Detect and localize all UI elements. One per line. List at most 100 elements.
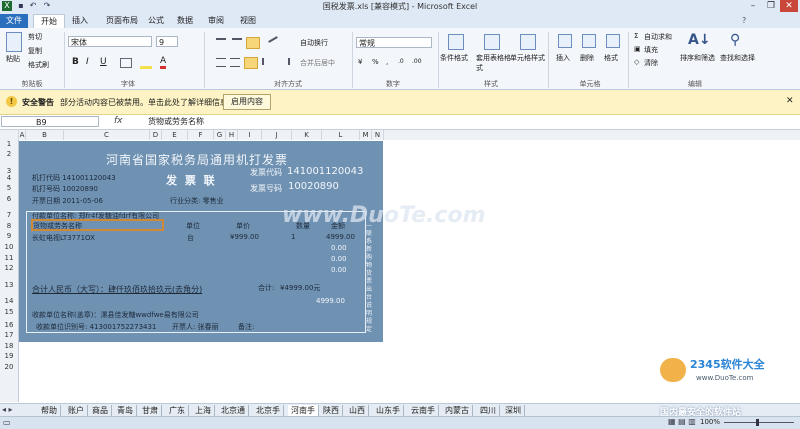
align-middle-icon[interactable] bbox=[232, 38, 242, 48]
clear-button[interactable]: 清除 bbox=[644, 58, 658, 68]
tab-home[interactable]: 开始 bbox=[33, 14, 65, 29]
currency-icon[interactable]: ¥ bbox=[358, 58, 362, 66]
delete-cells-icon[interactable] bbox=[582, 34, 596, 48]
clear-icon[interactable]: ◇ bbox=[634, 58, 639, 66]
underline-button[interactable]: U bbox=[100, 57, 107, 67]
format-as-table-button[interactable]: 套用表格格式 bbox=[476, 53, 512, 73]
row-header[interactable]: 17 bbox=[0, 331, 18, 339]
restore-icon[interactable]: ❐ bbox=[762, 0, 780, 12]
fx-icon[interactable]: fx bbox=[114, 116, 123, 126]
select-all-corner[interactable] bbox=[0, 130, 19, 140]
font-name-select[interactable]: 宋体 bbox=[68, 36, 152, 47]
fill-button[interactable]: 填充 bbox=[644, 45, 658, 55]
sort-filter-icon[interactable]: A↓ bbox=[688, 32, 711, 48]
sheet-nav-icon[interactable]: ◂ ▸ bbox=[2, 405, 13, 414]
formula-input[interactable]: 货物或劳务名称 bbox=[148, 116, 204, 127]
sheet-tab[interactable]: 内蒙古 bbox=[442, 405, 473, 416]
sheet-tab[interactable]: 北京通 bbox=[218, 405, 249, 416]
row-header[interactable]: 14 bbox=[0, 297, 18, 305]
security-message[interactable]: 部分活动内容已被禁用。单击此处了解详细信息。 bbox=[60, 97, 236, 108]
row-header[interactable]: 5 bbox=[0, 184, 18, 192]
increase-indent-icon[interactable] bbox=[278, 58, 290, 65]
tab-insert[interactable]: 插入 bbox=[66, 14, 94, 28]
find-select-button[interactable]: 查找和选择 bbox=[720, 53, 755, 63]
tab-file[interactable]: 文件 bbox=[0, 14, 28, 28]
format-cells-icon[interactable] bbox=[606, 34, 620, 48]
column-header[interactable]: F bbox=[188, 130, 214, 140]
align-bottom-icon[interactable] bbox=[246, 37, 260, 49]
column-header[interactable]: L bbox=[322, 130, 360, 140]
align-top-icon[interactable] bbox=[216, 38, 226, 48]
number-format-select[interactable]: 常规 bbox=[356, 37, 432, 48]
cut-button[interactable]: 剪切 bbox=[28, 32, 42, 42]
italic-button[interactable]: I bbox=[86, 57, 89, 67]
find-select-icon[interactable]: ⚲ bbox=[730, 32, 740, 48]
sort-filter-button[interactable]: 排序和筛选 bbox=[680, 53, 715, 63]
tab-formulas[interactable]: 公式 bbox=[145, 14, 167, 28]
column-header[interactable]: H bbox=[226, 130, 238, 140]
decrease-decimal-icon[interactable]: .00 bbox=[412, 58, 422, 65]
zoom-level[interactable]: 100% bbox=[700, 418, 720, 426]
align-left-icon[interactable] bbox=[216, 58, 226, 67]
row-header[interactable]: 1 bbox=[0, 140, 18, 148]
name-box[interactable]: B9 bbox=[1, 116, 99, 127]
conditional-format-button[interactable]: 条件格式 bbox=[440, 53, 468, 63]
bold-button[interactable]: B bbox=[72, 57, 79, 67]
column-header[interactable]: K bbox=[292, 130, 322, 140]
column-header[interactable]: E bbox=[162, 130, 188, 140]
column-header[interactable]: A bbox=[19, 130, 26, 140]
row-header[interactable]: 8 bbox=[0, 222, 18, 230]
tab-view[interactable]: 视图 bbox=[237, 14, 259, 28]
paste-button[interactable]: 粘贴 bbox=[6, 54, 20, 64]
orientation-icon[interactable] bbox=[268, 36, 282, 50]
close-icon[interactable]: ✕ bbox=[786, 96, 794, 106]
zoom-slider[interactable] bbox=[724, 422, 794, 423]
tab-page-layout[interactable]: 页面布局 bbox=[101, 14, 143, 28]
column-header[interactable]: G bbox=[214, 130, 226, 140]
fill-color-icon[interactable] bbox=[140, 58, 152, 69]
row-header[interactable]: 10 bbox=[0, 243, 18, 251]
row-header[interactable]: 12 bbox=[0, 264, 18, 272]
sheet-tab[interactable]: 北京手 bbox=[253, 405, 284, 416]
help-icon[interactable]: ? bbox=[742, 16, 746, 25]
sheet-tab[interactable]: 深圳 bbox=[502, 405, 525, 416]
decrease-indent-icon[interactable] bbox=[262, 58, 274, 65]
sheet-tab[interactable]: 广东 bbox=[166, 405, 189, 416]
format-as-table-icon[interactable] bbox=[484, 34, 500, 50]
row-header[interactable]: 13 bbox=[0, 281, 18, 289]
format-painter-button[interactable]: 格式刷 bbox=[28, 60, 49, 70]
insert-cells-button[interactable]: 插入 bbox=[556, 53, 570, 63]
align-center-icon[interactable] bbox=[230, 58, 240, 67]
copy-button[interactable]: 复制 bbox=[28, 46, 42, 56]
sheet-tab[interactable]: 账户 bbox=[65, 405, 88, 416]
column-header[interactable]: B bbox=[26, 130, 64, 140]
font-size-select[interactable]: 9 bbox=[156, 36, 178, 47]
sheet-tab[interactable]: 青岛 bbox=[114, 405, 137, 416]
sheet-tab[interactable]: 山西 bbox=[346, 405, 369, 416]
row-header[interactable]: 7 bbox=[0, 211, 18, 219]
sum-icon[interactable]: Σ bbox=[634, 32, 638, 40]
enable-content-button[interactable]: 启用内容 bbox=[223, 94, 271, 110]
delete-cells-button[interactable]: 删除 bbox=[580, 53, 594, 63]
row-header[interactable]: 4 bbox=[0, 174, 18, 182]
col-item-header[interactable]: 货物或劳务名称 bbox=[33, 221, 82, 231]
border-icon[interactable] bbox=[120, 58, 132, 68]
tab-review[interactable]: 审阅 bbox=[205, 14, 227, 28]
row-header[interactable]: 2 bbox=[0, 150, 18, 158]
increase-decimal-icon[interactable]: .0 bbox=[398, 58, 404, 65]
sheet-tab-active[interactable]: 河南手 bbox=[288, 405, 319, 416]
sheet-tab[interactable]: 四川 bbox=[477, 405, 500, 416]
view-buttons-icon[interactable]: ▦ ▤ ▥ bbox=[668, 417, 696, 426]
row-header[interactable]: 6 bbox=[0, 195, 18, 203]
column-header[interactable]: M bbox=[360, 130, 372, 140]
row-header[interactable]: 19 bbox=[0, 352, 18, 360]
column-header[interactable]: J bbox=[262, 130, 292, 140]
format-cells-button[interactable]: 格式 bbox=[604, 53, 618, 63]
column-header[interactable]: C bbox=[64, 130, 150, 140]
font-color-icon[interactable]: A bbox=[160, 56, 167, 69]
cell-styles-icon[interactable] bbox=[520, 34, 536, 50]
row-header[interactable]: 18 bbox=[0, 342, 18, 350]
row-header[interactable]: 15 bbox=[0, 308, 18, 316]
sheet-tab[interactable]: 上海 bbox=[192, 405, 215, 416]
wrap-text-button[interactable]: 自动换行 bbox=[300, 38, 328, 48]
